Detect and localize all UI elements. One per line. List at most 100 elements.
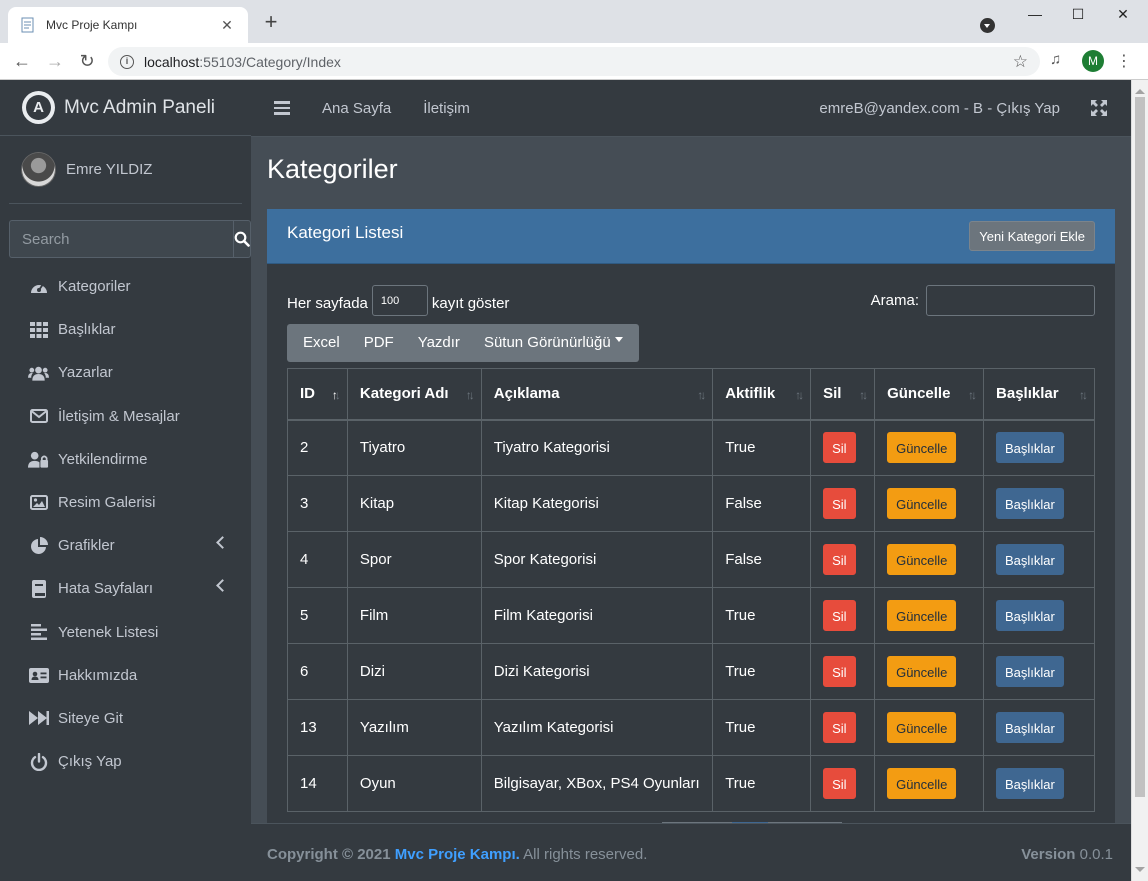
column-header-active[interactable]: Aktiflik ↑↓ [712,368,812,421]
sidebar-item-basliklar[interactable]: Başlıklar [0,308,251,351]
update-button[interactable]: Güncelle [887,600,957,631]
cell-headings: Başlıklar [983,755,1095,812]
update-button[interactable]: Güncelle [887,432,957,464]
headings-button[interactable]: Başlıklar [996,600,1064,631]
scrollbar-thumb[interactable] [1135,97,1145,797]
sort-icon: ↑↓ [697,388,706,402]
url-text[interactable]: localhost:55103/Category/Index [144,54,1013,70]
page-length-select[interactable] [371,285,428,316]
sidebar-item-siteye-git[interactable]: Siteye Git [0,697,251,740]
nav-link-contact[interactable]: İletişim [423,100,470,117]
new-category-button[interactable]: Yeni Kategori Ekle [969,221,1095,251]
headings-button[interactable]: Başlıklar [996,656,1064,687]
column-visibility-button[interactable]: Sütun Görünürlüğü [476,324,631,362]
update-button[interactable]: Güncelle [887,488,957,519]
table-search-input[interactable] [926,285,1095,316]
close-tab-icon[interactable]: ✕ [218,17,236,34]
table-row: 2 Tiyatro Tiyatro Kategorisi True Sil Gü… [287,419,1095,476]
sidebar-item-yetkilendirme[interactable]: Yetkilendirme [0,438,251,481]
headings-button[interactable]: Başlıklar [996,768,1064,799]
column-header-description[interactable]: Açıklama ↑↓ [480,368,714,421]
browser-menu-icon[interactable]: ⋮ [1116,51,1132,71]
profile-avatar[interactable]: M [1082,50,1104,72]
sidebar-item-hata-sayfalari[interactable]: Hata Sayfaları [0,567,251,610]
minimize-icon[interactable]: — [1023,6,1047,22]
logout-link[interactable]: emreB@yandex.com - B - Çıkış Yap [819,100,1060,117]
sidebar-item-resim-galerisi[interactable]: Resim Galerisi [0,481,251,524]
user-name[interactable]: Emre YILDIZ [66,161,152,178]
headings-button[interactable]: Başlıklar [996,544,1064,575]
sort-icon: ↑↓ [331,388,341,402]
update-button[interactable]: Güncelle [887,712,957,743]
tab-search-icon[interactable] [980,18,995,33]
sidebar-item-yazarlar[interactable]: Yazarlar [0,351,251,394]
media-control-icon[interactable]: ♫ [1050,51,1061,68]
cell-active: True [712,755,812,812]
column-header-headings[interactable]: Başlıklar ↑↓ [983,368,1095,421]
browser-tab[interactable]: Mvc Proje Kampı ✕ [8,7,248,43]
user-panel: Emre YILDIZ [9,136,242,204]
card-header: Kategori Listesi Yeni Kategori Ekle [267,209,1115,264]
window-close-icon[interactable]: ✕ [1111,6,1135,23]
cell-id: 2 [287,419,348,476]
maximize-icon[interactable]: ☐ [1066,6,1090,23]
headings-button[interactable]: Başlıklar [996,712,1064,743]
power-icon [28,752,49,771]
nav-link-home[interactable]: Ana Sayfa [322,100,391,117]
sidebar-item-label: Yetkilendirme [58,450,148,468]
sidebar-item-grafikler[interactable]: Grafikler [0,524,251,567]
back-icon[interactable]: ← [10,49,34,73]
sidebar-search-input[interactable] [9,220,233,258]
forward-icon[interactable]: → [43,49,67,73]
footer-site-link[interactable]: Mvc Proje Kampı. [395,846,520,863]
page-icon [21,17,34,33]
delete-button[interactable]: Sil [823,768,856,799]
scroll-down-icon[interactable] [1135,867,1145,877]
headings-button[interactable]: Başlıklar [996,488,1064,519]
cell-id: 13 [287,699,348,756]
url-bar[interactable]: i localhost:55103/Category/Index ☆ [108,47,1040,76]
column-header-name[interactable]: Kategori Adı ↑↓ [346,368,482,421]
sidebar-item-yetenek-listesi[interactable]: Yetenek Listesi [0,611,251,654]
delete-button[interactable]: Sil [823,712,856,743]
cell-name: Kitap [346,475,482,532]
reload-icon[interactable]: ↻ [75,49,99,73]
delete-button[interactable]: Sil [823,600,856,631]
sidebar-item-cikis-yap[interactable]: Çıkış Yap [0,740,251,783]
cell-delete: Sil [810,699,876,756]
pdf-button[interactable]: PDF [356,324,402,362]
sidebar-item-iletisim[interactable]: İletişim & Mesajlar [0,395,251,438]
update-button[interactable]: Güncelle [887,656,957,687]
column-header-delete[interactable]: Sil ↑↓ [810,368,876,421]
cell-name: Oyun [346,755,482,812]
update-button[interactable]: Güncelle [887,544,957,575]
delete-button[interactable]: Sil [823,656,856,687]
print-button[interactable]: Yazdır [410,324,468,362]
headings-button[interactable]: Başlıklar [996,432,1064,464]
new-tab-icon[interactable]: + [260,11,282,34]
page-scrollbar[interactable] [1131,80,1148,881]
version-number: 0.0.1 [1079,846,1113,863]
column-header-id[interactable]: ID ↑↓ [287,368,348,421]
scroll-up-icon[interactable] [1135,84,1145,94]
hamburger-menu-icon[interactable] [274,101,290,115]
sidebar-search-button[interactable] [233,220,251,258]
excel-button[interactable]: Excel [295,324,348,362]
fullscreen-icon[interactable] [1091,100,1107,116]
image-icon [28,494,49,512]
delete-button[interactable]: Sil [823,432,856,464]
sidebar-item-kategoriler[interactable]: Kategoriler [0,265,251,308]
update-button[interactable]: Güncelle [887,768,957,799]
table-row: 14 Oyun Bilgisayar, XBox, PS4 Oyunları T… [287,755,1095,812]
page-length-control: Her sayfada kayıt göster [287,285,509,316]
cell-description: Dizi Kategorisi [480,643,714,700]
sidebar-item-hakkimizda[interactable]: Hakkımızda [0,654,251,697]
delete-button[interactable]: Sil [823,544,856,575]
column-header-update[interactable]: Güncelle ↑↓ [874,368,985,421]
delete-button[interactable]: Sil [823,488,856,519]
brand-link[interactable]: A Mvc Admin Paneli [0,80,251,136]
info-icon[interactable]: i [120,54,134,69]
sidebar-search [9,220,251,258]
address-bar: ← → ↻ i localhost:55103/Category/Index ☆… [0,43,1148,80]
bookmark-star-icon[interactable]: ☆ [1013,52,1028,72]
